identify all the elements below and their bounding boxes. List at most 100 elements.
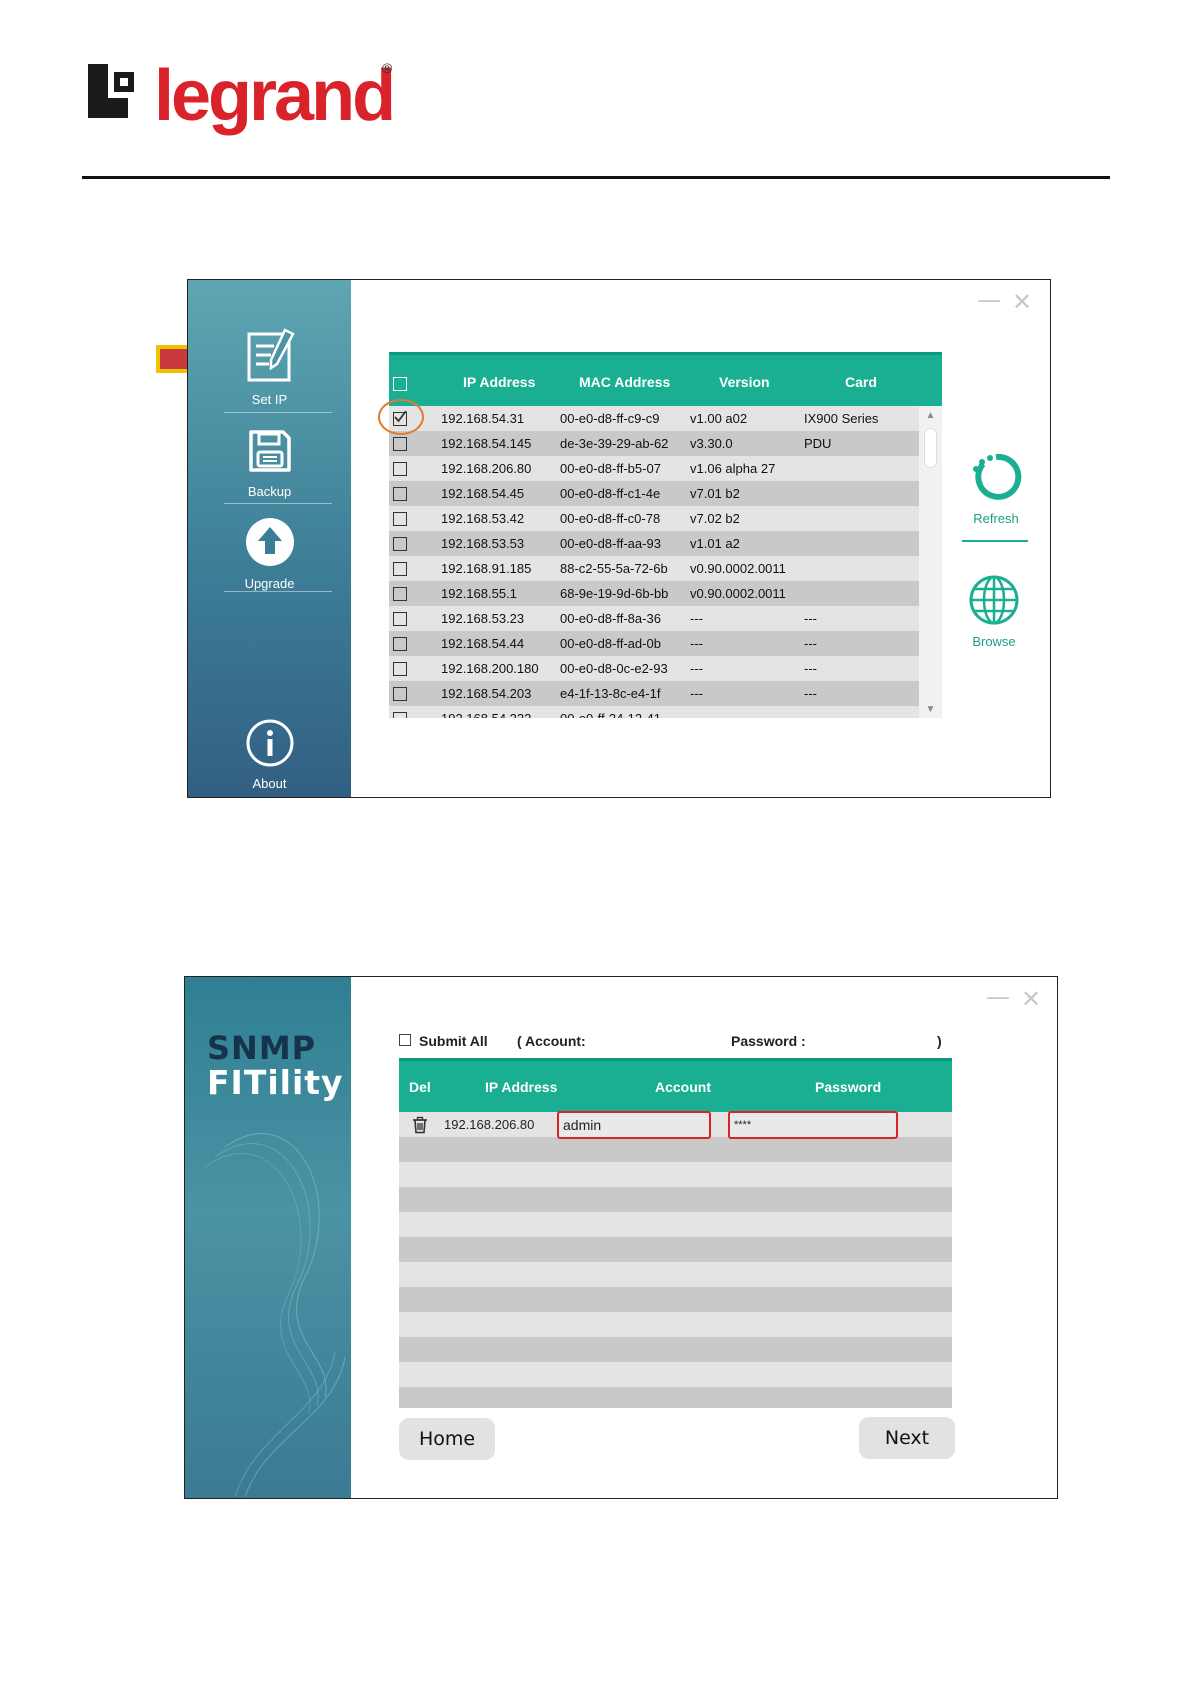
sidebar-item-upgrade[interactable]: Upgrade	[188, 516, 351, 591]
submit-all-checkbox[interactable]	[399, 1034, 411, 1046]
sidebar-item-set-ip[interactable]: Set IP	[188, 328, 351, 407]
row-checkbox[interactable]	[393, 587, 407, 601]
trash-icon[interactable]	[411, 1116, 429, 1134]
table-row[interactable]: 192.168.91.185 88-c2-55-5a-72-6b v0.90.000…	[389, 556, 919, 581]
row-version: ---	[690, 686, 703, 701]
row-ip: 192.168.54.44	[441, 636, 525, 651]
table-body: 192.168.54.31 00-e0-d8-ff-c9-c9 v1.00 a02 I…	[389, 406, 919, 718]
row-version: v1.01 a2	[690, 536, 740, 551]
table-row[interactable]: 192.168.54.222 00-e0-ff-24-12-41 --- ---	[389, 706, 919, 718]
row-version: ---	[690, 611, 703, 626]
row-ip: 192.168.54.203	[441, 686, 532, 701]
row-ip: 192.168.54.145	[441, 436, 532, 451]
row-card: IX900 Series	[804, 411, 879, 426]
sidebar-item-backup[interactable]: Backup	[188, 426, 351, 499]
column-header-password: Password	[815, 1079, 882, 1095]
minimize-button[interactable]: —	[986, 985, 1010, 1009]
row-checkbox[interactable]	[393, 687, 407, 701]
row-checkbox[interactable]	[393, 512, 407, 526]
row-ip: 192.168.91.185	[441, 561, 532, 576]
row-version: v1.06 alpha 27	[690, 461, 776, 476]
legrand-mark-icon	[88, 64, 134, 118]
sidebar-divider	[224, 503, 332, 504]
sidebar: Set IP Backup Upgrade About	[188, 280, 351, 797]
row-ip: 192.168.55.1	[441, 586, 517, 601]
column-header-mac[interactable]: MAC Address	[579, 374, 670, 390]
table-row[interactable]: 192.168.54.203 e4-1f-13-8c-e4-1f --- ---	[389, 681, 919, 706]
table-row[interactable]: 192.168.54.44 00-e0-d8-ff-ad-0b --- ---	[389, 631, 919, 656]
table-row[interactable]: 192.168.55.1 68-9e-19-9d-6b-bb v0.90.0002.…	[389, 581, 919, 606]
submit-all-bar: Submit All ( Account: Password : )	[399, 1031, 942, 1053]
sidebar-divider	[224, 591, 332, 592]
column-header-version[interactable]: Version	[719, 374, 770, 390]
sidebar-item-label: Backup	[247, 484, 292, 499]
submit-all-label: Submit All	[419, 1033, 488, 1049]
table-row[interactable]: 192.168.53.53 00-e0-d8-ff-aa-93 v1.01 a2	[389, 531, 919, 556]
refresh-label: Refresh	[973, 511, 1019, 526]
password-input[interactable]: ****	[728, 1111, 898, 1139]
browse-label: Browse	[972, 634, 1016, 649]
row-checkbox[interactable]	[393, 410, 407, 426]
row-card: ---	[804, 611, 817, 626]
account-input[interactable]: admin	[557, 1111, 711, 1139]
table-row[interactable]: 192.168.54.31 00-e0-d8-ff-c9-c9 v1.00 a02 I…	[389, 406, 919, 431]
table-row[interactable]: 192.168.54.145 de-3e-39-29-ab-62 v3.30.0 PD…	[389, 431, 919, 456]
edit-document-icon	[247, 328, 295, 382]
column-header-card[interactable]: Card	[845, 374, 877, 390]
row-checkbox[interactable]	[393, 437, 407, 451]
row-version: v7.02 b2	[690, 511, 740, 526]
checkmark-icon	[394, 410, 407, 423]
floppy-disk-icon	[248, 430, 291, 472]
row-checkbox[interactable]	[393, 612, 407, 626]
select-all-checkbox[interactable]	[393, 377, 407, 391]
row-checkbox[interactable]	[393, 662, 407, 676]
next-button[interactable]: Next	[859, 1417, 955, 1459]
browse-button[interactable]: Browse	[964, 573, 1024, 649]
row-checkbox[interactable]	[393, 462, 407, 476]
table-row[interactable]: 192.168.53.23 00-e0-d8-ff-8a-36 --- ---	[389, 606, 919, 631]
home-button[interactable]: Home	[399, 1418, 495, 1460]
row-mac: de-3e-39-29-ab-62	[560, 436, 669, 451]
row-ip: 192.168.206.80	[444, 1117, 535, 1132]
table-header: IP Address MAC Address Version Card	[389, 352, 942, 406]
row-version: v7.01 b2	[690, 486, 740, 501]
registered-mark: ®	[382, 60, 393, 76]
row-card: ---	[804, 661, 817, 676]
table-row	[399, 1262, 952, 1287]
row-checkbox[interactable]	[393, 487, 407, 501]
row-ip: 192.168.53.53	[441, 536, 525, 551]
row-ip: 192.168.54.45	[441, 486, 525, 501]
scroll-up-icon[interactable]: ▲	[919, 410, 942, 421]
sidebar-item-label: About	[252, 776, 287, 791]
table-row	[399, 1312, 952, 1337]
table-row[interactable]: 192.168.200.180 00-e0-d8-0c-e2-93 --- ---	[389, 656, 919, 681]
close-button[interactable]: ✕	[1021, 987, 1041, 1011]
table-row[interactable]: 192.168.206.80 00-e0-d8-ff-b5-07 v1.06 alp…	[389, 456, 919, 481]
device-table: IP Address MAC Address Version Card 192.…	[389, 352, 942, 794]
minimize-button[interactable]: —	[977, 288, 1001, 312]
vertical-scrollbar[interactable]: ▲ ▼	[919, 406, 942, 718]
row-checkbox[interactable]	[393, 712, 407, 718]
row-mac: 00-e0-d8-ff-b5-07	[560, 461, 661, 476]
brand-line-2: FITility	[207, 1063, 344, 1102]
refresh-button[interactable]: Refresh	[966, 450, 1026, 526]
scrollbar-thumb[interactable]	[924, 428, 937, 468]
sidebar-item-about[interactable]: About	[188, 718, 351, 791]
row-ip: 192.168.54.222	[441, 711, 531, 718]
refresh-icon	[973, 453, 1022, 500]
table-row[interactable]: 192.168.53.42 00-e0-d8-ff-c0-78 v7.02 b2	[389, 506, 919, 531]
table-row	[399, 1187, 952, 1212]
row-checkbox[interactable]	[393, 637, 407, 651]
row-checkbox[interactable]	[393, 562, 407, 576]
header-divider	[82, 176, 1110, 179]
close-button[interactable]: ✕	[1012, 290, 1032, 314]
row-mac: 00-e0-d8-0c-e2-93	[560, 661, 668, 676]
row-mac: 88-c2-55-5a-72-6b	[560, 561, 668, 576]
scroll-down-icon[interactable]: ▼	[919, 704, 942, 715]
table-row[interactable]: 192.168.54.45 00-e0-d8-ff-c1-4e v7.01 b2	[389, 481, 919, 506]
row-mac: 00-e0-d8-ff-c1-4e	[560, 486, 661, 501]
column-header-ip[interactable]: IP Address	[463, 374, 535, 390]
row-checkbox[interactable]	[393, 537, 407, 551]
sidebar-divider	[224, 412, 332, 413]
row-mac: 00-e0-d8-ff-8a-36	[560, 611, 661, 626]
